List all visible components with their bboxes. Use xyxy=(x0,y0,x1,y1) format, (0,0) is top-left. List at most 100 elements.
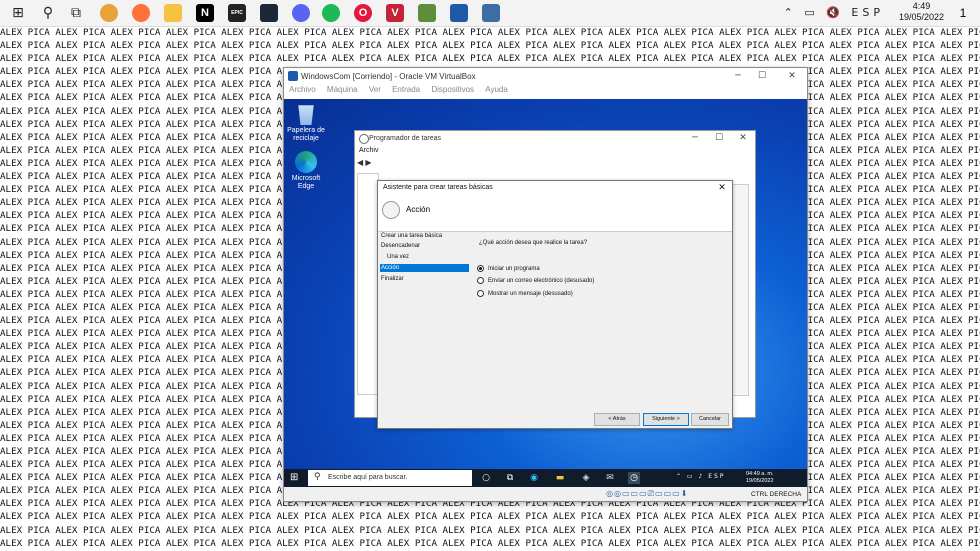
host-taskbar: ⊞ ⚲ ⧉ N EPIC O V ⌃ ▭ 🔇 ESP 4:49 19/05/2022 1 xyxy=(0,0,980,27)
task-clock-icon xyxy=(382,201,400,219)
desktop-icon-edge[interactable]: Microsoft Edge xyxy=(286,151,326,191)
action-option-0[interactable]: Iniciar un programa xyxy=(477,264,540,274)
menu-dispositivos[interactable]: Dispositivos xyxy=(431,85,474,94)
virtualbox-icon xyxy=(288,71,298,81)
wizard-title: Asistente para crear tareas básicas xyxy=(383,184,493,191)
maximize-button[interactable]: ☐ xyxy=(709,132,729,144)
host-clock[interactable]: 4:49 19/05/2022 xyxy=(899,1,944,23)
host-key-label: CTRL DERECHA xyxy=(751,491,802,498)
basic-task-wizard: Asistente para crear tareas básicas ✕ Ac… xyxy=(377,180,733,429)
desktop-icon-label: Papelera de reciclaje xyxy=(287,127,325,142)
cortana-icon[interactable]: ○ xyxy=(480,472,492,484)
cube-icon[interactable] xyxy=(482,4,500,22)
host-time: 4:49 xyxy=(912,1,931,11)
edge-icon xyxy=(295,151,317,173)
option-label: Enviar un correo electrónico (desusado) xyxy=(488,278,595,284)
recycle-bin-icon xyxy=(298,105,314,125)
task-view-icon[interactable]: ⧉ xyxy=(66,3,86,23)
netflix-icon[interactable]: N xyxy=(196,4,214,22)
radio-button[interactable] xyxy=(477,276,484,284)
wizard-step-4: Finalizar xyxy=(381,276,404,282)
desktop-icon-recycle-bin[interactable]: Papelera de reciclaje xyxy=(286,103,326,143)
minimize-button[interactable]: ─ xyxy=(728,70,748,82)
valorant-icon[interactable]: V xyxy=(386,4,404,22)
minimize-button[interactable]: ─ xyxy=(685,132,705,144)
search-placeholder: Escribe aquí para buscar. xyxy=(328,474,408,481)
back-button[interactable]: < Atrás xyxy=(594,413,640,426)
file-explorer-icon[interactable] xyxy=(164,4,182,22)
vbox-menubar: Archivo Máquina Ver Entrada Dispositivos… xyxy=(284,85,807,99)
wizard-step-0: Crear una tarea básica xyxy=(381,233,443,239)
option-label: Iniciar un programa xyxy=(488,266,540,272)
host-tray[interactable]: ⌃ ▭ 🔇 ESP xyxy=(784,6,884,19)
cancel-button[interactable]: Cancelar xyxy=(691,413,729,426)
menu-ver[interactable]: Ver xyxy=(369,85,381,94)
radio-button[interactable] xyxy=(477,264,484,272)
action-option-2[interactable]: Mostrar un mensaje (desusado) xyxy=(477,289,573,299)
scheduler-titlebar[interactable]: Programador de tareas ─ ☐ ✕ xyxy=(355,131,755,147)
radio-button[interactable] xyxy=(477,289,484,297)
menu-archivo[interactable]: Archivo xyxy=(289,85,316,94)
wizard-step-2: Una vez xyxy=(387,254,410,260)
task-scheduler-taskbar-icon[interactable]: ◷ xyxy=(628,472,640,484)
clock-icon xyxy=(359,134,369,144)
virtualbox-window: WindowsCom [Corriendo] - Oracle VM Virtu… xyxy=(283,67,808,502)
next-button[interactable]: Siguiente > xyxy=(643,413,689,426)
scheduler-tree[interactable] xyxy=(357,173,379,395)
scheduler-title: Programador de tareas xyxy=(369,135,441,142)
guest-clock[interactable]: 04:49 a. m. 19/05/2022 xyxy=(746,471,774,485)
store-icon[interactable]: ◈ xyxy=(580,472,592,484)
wizard-header: Acción xyxy=(378,195,732,232)
notification-icon[interactable]: 1 xyxy=(954,4,972,22)
virtualbox-icon[interactable] xyxy=(450,4,468,22)
close-button[interactable]: ✕ xyxy=(733,132,753,144)
guest-time: 04:49 a. m. xyxy=(746,471,774,477)
wizard-heading: Acción xyxy=(406,205,431,214)
action-option-1[interactable]: Enviar un correo electrónico (desusado) xyxy=(477,276,594,286)
wizard-body: Crear una tarea básica Desencadenar Una ve… xyxy=(378,232,732,428)
scheduler-toolbar[interactable]: ◀ ▶ xyxy=(357,158,372,167)
start-icon[interactable]: ⊞ xyxy=(8,3,28,23)
vbox-titlebar[interactable]: WindowsCom [Corriendo] - Oracle VM Virtu… xyxy=(284,68,807,85)
opera-gx-icon[interactable]: O xyxy=(354,4,372,22)
close-button[interactable]: ✕ xyxy=(716,182,728,194)
task-scheduler-window: Programador de tareas ─ ☐ ✕ Archiv ◀ ▶ A… xyxy=(354,130,756,429)
device-icons[interactable]: ◎◎▭▭▭⎚▭▭▭⬇ xyxy=(606,489,688,499)
guest-date: 19/05/2022 xyxy=(746,478,774,484)
search-icon[interactable]: ⚲ xyxy=(38,3,58,23)
wizard-titlebar[interactable]: Asistente para crear tareas básicas ✕ xyxy=(378,181,732,195)
option-label: Mostrar un mensaje (desusado) xyxy=(488,291,573,297)
maximize-button[interactable]: ☐ xyxy=(752,70,772,82)
vbox-title: WindowsCom [Corriendo] - Oracle VM Virtu… xyxy=(301,72,476,81)
start-icon[interactable]: ⊞ xyxy=(290,473,300,483)
wizard-step-1: Desencadenar xyxy=(381,243,421,249)
mail-icon[interactable]: ✉ xyxy=(604,472,616,484)
host-date: 19/05/2022 xyxy=(898,12,944,22)
wizard-step-3: Acción xyxy=(380,264,469,272)
file-explorer-icon[interactable]: ▬ xyxy=(554,472,566,484)
edge-icon[interactable]: ◉ xyxy=(528,472,540,484)
steam-icon[interactable] xyxy=(260,4,278,22)
menu-ayuda[interactable]: Ayuda xyxy=(485,85,508,94)
guest-screen[interactable]: Papelera de reciclaje Microsoft Edge Pro… xyxy=(284,99,807,487)
wizard-content: ¿Qué acción desea que realice la tarea? … xyxy=(475,232,730,382)
wizard-question: ¿Qué acción desea que realice la tarea? xyxy=(479,240,588,246)
desktop-icon-label: Microsoft Edge xyxy=(291,175,321,190)
search-box[interactable]: ⚲ Escribe aquí para buscar. xyxy=(308,470,472,486)
menu-entrada[interactable]: Entrada xyxy=(392,85,420,94)
spotify-icon[interactable] xyxy=(322,4,340,22)
close-button[interactable]: ✕ xyxy=(782,70,802,82)
vbox-statusbar: ◎◎▭▭▭⎚▭▭▭⬇ CTRL DERECHA xyxy=(284,487,807,501)
minecraft-icon[interactable] xyxy=(418,4,436,22)
chrome-icon[interactable] xyxy=(100,4,118,22)
scheduler-menu[interactable]: Archiv xyxy=(359,147,378,154)
discord-icon[interactable] xyxy=(292,4,310,22)
wizard-steps: Crear una tarea básica Desencadenar Una ve… xyxy=(378,232,472,382)
task-view-icon[interactable]: ⧉ xyxy=(504,472,516,484)
menu-maquina[interactable]: Máquina xyxy=(327,85,358,94)
firefox-icon[interactable] xyxy=(132,4,150,22)
search-icon: ⚲ xyxy=(314,472,321,482)
guest-taskbar: ⊞ ⚲ Escribe aquí para buscar. ○ ⧉ ◉ ▬ ◈ … xyxy=(284,469,807,487)
epic-games-icon[interactable]: EPIC xyxy=(228,4,246,22)
guest-tray[interactable]: ⌃ ▭ ♪ ESP xyxy=(676,473,725,480)
